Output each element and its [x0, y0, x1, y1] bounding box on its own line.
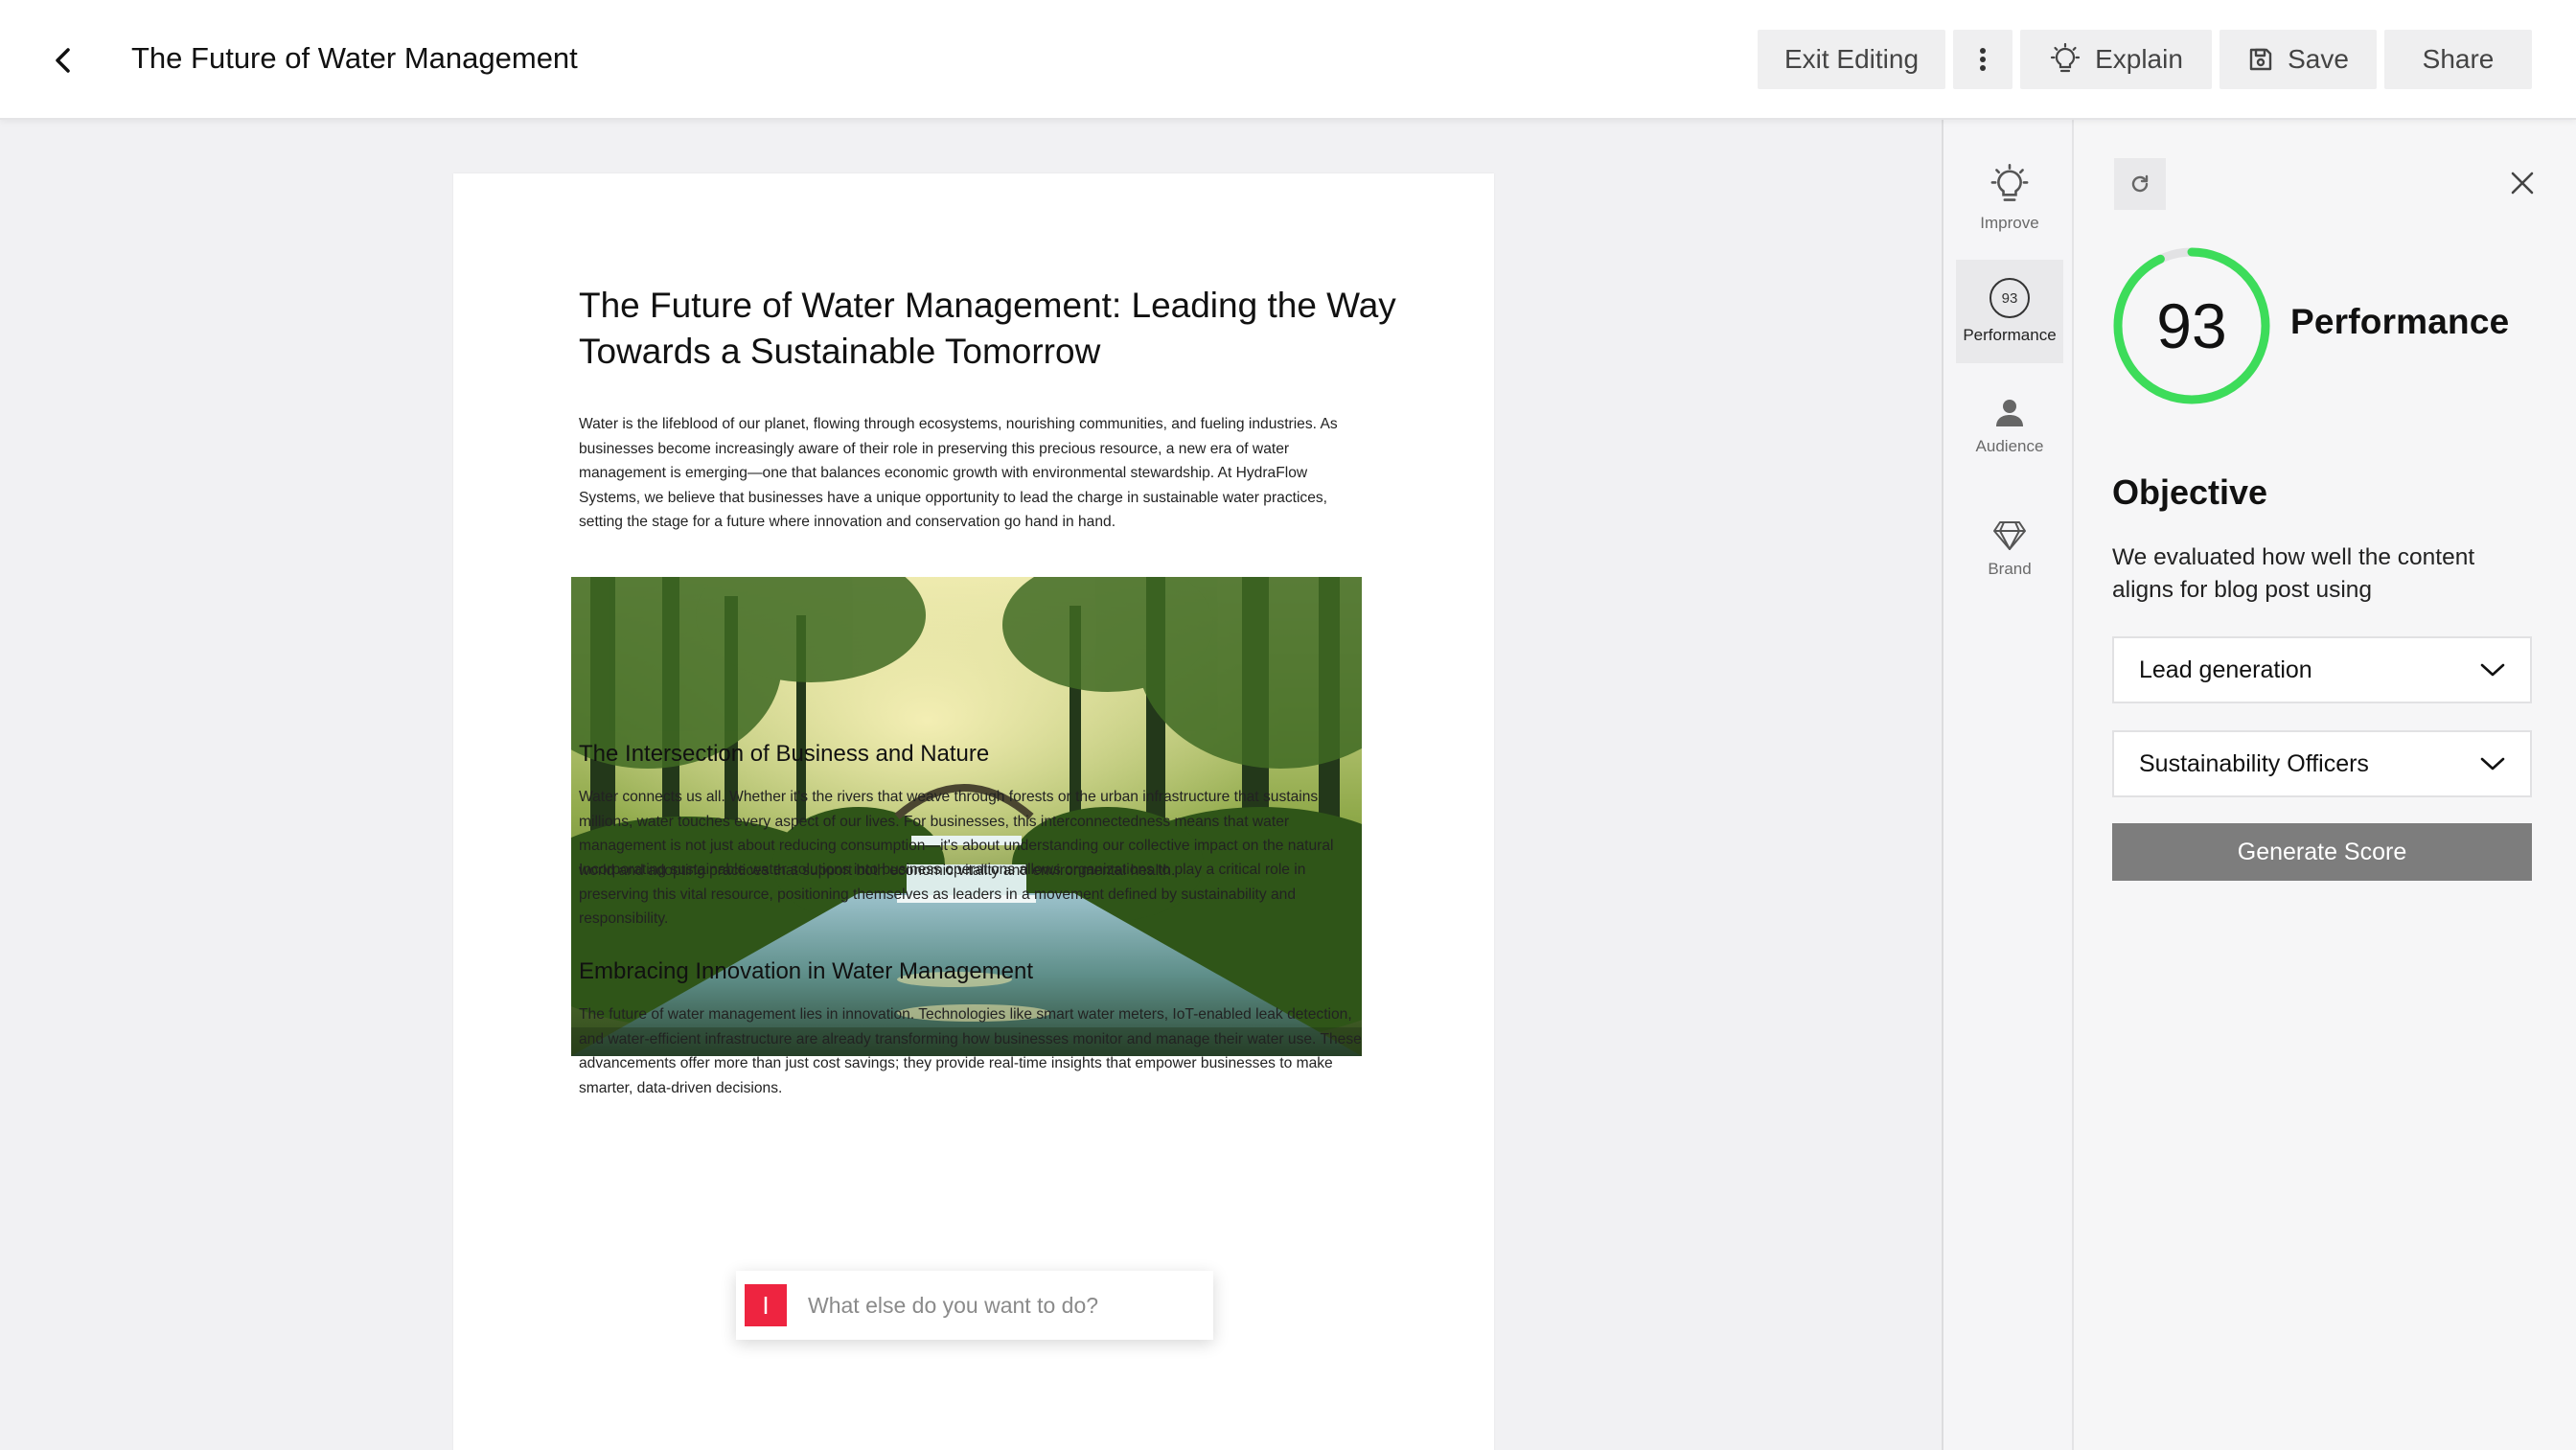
- objective-heading: Objective: [2112, 472, 2268, 512]
- document-heading[interactable]: The Future of Water Management: Leading …: [579, 283, 1403, 375]
- rail-item-performance[interactable]: 93 Performance: [1956, 260, 2063, 363]
- audience-select[interactable]: Sustainability Officers: [2112, 730, 2532, 797]
- lightbulb-icon: [1990, 164, 2029, 201]
- lightbulb-icon: [2050, 43, 2081, 73]
- objective-description: We evaluated how well the content aligns…: [2112, 544, 2475, 603]
- performance-score-mini: 93: [1990, 278, 2030, 318]
- top-bar: The Future of Water Management Exit Edit…: [0, 0, 2576, 120]
- section-heading-innovation[interactable]: Embracing Innovation in Water Management: [579, 956, 1033, 987]
- generate-score-button[interactable]: Generate Score: [2112, 823, 2532, 881]
- rail-item-audience[interactable]: Audience: [1956, 375, 2063, 478]
- section-paragraph[interactable]: Incorporating sustainable water solution…: [579, 858, 1365, 932]
- rail-label-improve: Improve: [1980, 214, 2039, 232]
- chevron-left-icon: [56, 48, 70, 73]
- diamond-icon: [1993, 521, 2026, 550]
- explain-button[interactable]: Explain: [2020, 30, 2212, 89]
- performance-score-value: 93: [2156, 290, 2227, 361]
- close-icon: [2511, 172, 2534, 195]
- ai-assistant-badge: I: [745, 1284, 787, 1326]
- refresh-icon: [2131, 174, 2149, 193]
- more-vertical-icon: [1980, 48, 1986, 71]
- chevron-down-icon: [2480, 757, 2505, 771]
- goal-select[interactable]: Lead generation: [2112, 636, 2532, 703]
- save-label: Save: [2288, 44, 2349, 74]
- close-panel-button[interactable]: [2503, 164, 2542, 202]
- goal-select-value: Lead generation: [2139, 656, 2312, 683]
- intro-paragraph[interactable]: Water is the lifeblood of our planet, fl…: [579, 412, 1365, 535]
- document-canvas[interactable]: The Future of Water Management: Leading …: [0, 120, 1942, 1450]
- rail-label-brand: Brand: [1988, 560, 2032, 578]
- exit-editing-label: Exit Editing: [1783, 44, 1920, 74]
- more-options-button[interactable]: [1953, 30, 2012, 89]
- document-page[interactable]: The Future of Water Management: Leading …: [453, 173, 1494, 1450]
- save-icon: [2249, 48, 2272, 71]
- user-icon: [1996, 400, 2023, 426]
- audience-select-value: Sustainability Officers: [2139, 749, 2369, 777]
- ai-prompt-bar: I: [736, 1271, 1213, 1340]
- chevron-down-icon: [2480, 663, 2505, 677]
- rail-label-audience: Audience: [1975, 437, 2044, 455]
- share-label: Share: [2422, 44, 2495, 74]
- share-button[interactable]: Share: [2384, 30, 2532, 89]
- section-heading-business-nature[interactable]: The Intersection of Business and Nature: [579, 739, 989, 770]
- section-paragraph[interactable]: The future of water management lies in i…: [579, 1002, 1365, 1100]
- performance-title: Performance: [2290, 302, 2510, 341]
- rail-item-brand[interactable]: Brand: [1956, 497, 2063, 601]
- document-title: The Future of Water Management: [131, 41, 578, 75]
- tool-rail: Improve 93 Performance Audience Brand: [1942, 120, 2074, 1450]
- performance-panel: 93 Performance Objective We evaluated ho…: [2074, 120, 2576, 1450]
- rail-item-improve[interactable]: Improve: [1956, 147, 2063, 250]
- back-button[interactable]: [44, 36, 82, 84]
- ai-prompt-input[interactable]: [808, 1292, 1191, 1319]
- explain-label: Explain: [2095, 44, 2183, 74]
- save-button[interactable]: Save: [2220, 30, 2377, 89]
- exit-editing-button[interactable]: Exit Editing: [1758, 30, 1945, 89]
- generate-score-label: Generate Score: [2237, 838, 2407, 865]
- rail-label-performance: Performance: [1963, 326, 2057, 344]
- refresh-button[interactable]: [2114, 158, 2166, 210]
